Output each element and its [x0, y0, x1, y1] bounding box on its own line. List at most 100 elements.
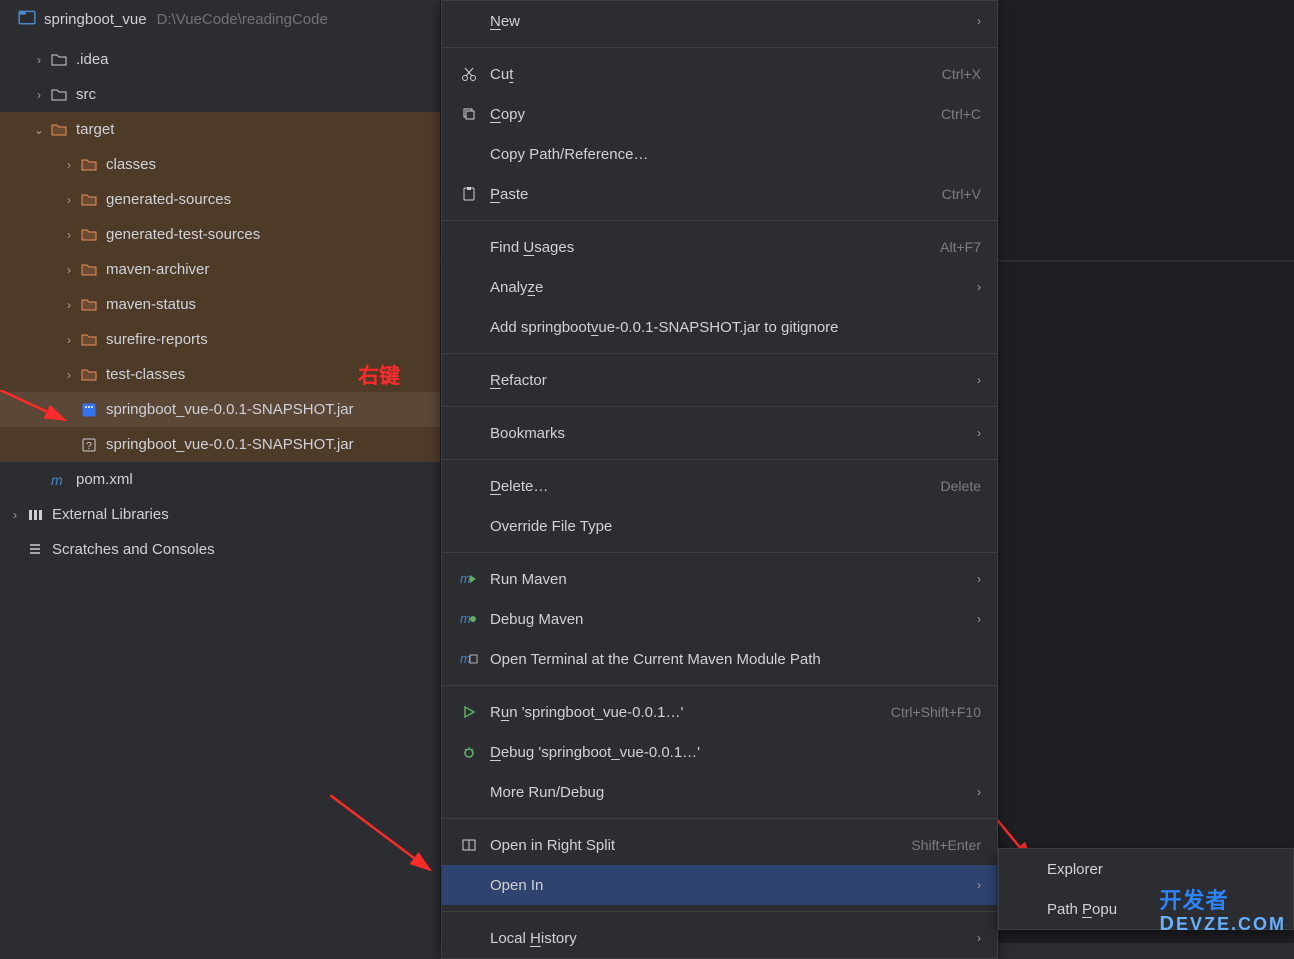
- chevron-right-icon: ›: [60, 263, 78, 277]
- maven-icon: m: [48, 472, 70, 488]
- tree-node-maven-status[interactable]: › maven-status: [0, 287, 440, 322]
- menu-open-right-split[interactable]: Open in Right SplitShift+Enter: [442, 825, 997, 865]
- menu-add-gitignore[interactable]: Add springbootvue-0.0.1-SNAPSHOT.jar to …: [442, 307, 997, 347]
- tree-node-external-libraries[interactable]: › External Libraries: [0, 497, 440, 532]
- menu-run[interactable]: Run 'springboot_vue-0.0.1…'Ctrl+Shift+F1…: [442, 692, 997, 732]
- folder-icon: [78, 158, 100, 172]
- maven-terminal-icon: m: [456, 651, 482, 667]
- svg-text:m: m: [51, 472, 63, 488]
- project-tool-window: springboot_vue D:\VueCode\readingCode › …: [0, 0, 440, 943]
- chevron-right-icon: ›: [60, 228, 78, 242]
- chevron-right-icon: ›: [30, 88, 48, 102]
- menu-paste[interactable]: PasteCtrl+V: [442, 174, 997, 214]
- menu-run-maven[interactable]: m Run Maven›: [442, 559, 997, 599]
- chevron-right-icon: ›: [60, 158, 78, 172]
- run-icon: [456, 704, 482, 720]
- tree-node-test-classes[interactable]: › test-classes: [0, 357, 440, 392]
- menu-find-usages[interactable]: Find UsagesAlt+F7: [442, 227, 997, 267]
- scratch-icon: [24, 542, 46, 558]
- tree-node-jar-selected[interactable]: › springboot_vue-0.0.1-SNAPSHOT.jar: [0, 392, 440, 427]
- menu-open-terminal[interactable]: m Open Terminal at the Current Maven Mod…: [442, 639, 997, 679]
- chevron-right-icon: ›: [977, 280, 981, 294]
- menu-separator: [442, 353, 997, 354]
- svg-text:m: m: [460, 611, 471, 626]
- chevron-right-icon: ›: [60, 333, 78, 347]
- chevron-right-icon: ›: [977, 426, 981, 440]
- menu-cut[interactable]: CutCtrl+X: [442, 54, 997, 94]
- maven-run-icon: m: [456, 571, 482, 587]
- tree-node-target[interactable]: ⌄ target: [0, 112, 440, 147]
- project-root-row[interactable]: springboot_vue D:\VueCode\readingCode: [0, 0, 440, 42]
- menu-copy-path[interactable]: Copy Path/Reference…: [442, 134, 997, 174]
- svg-text:m: m: [460, 571, 471, 586]
- project-path: D:\VueCode\readingCode: [157, 11, 328, 28]
- watermark: 开发者 DEVZE.COM: [1160, 883, 1287, 933]
- folder-icon: [78, 333, 100, 347]
- folder-icon: [78, 298, 100, 312]
- menu-separator: [442, 47, 997, 48]
- svg-text:?: ?: [86, 441, 92, 452]
- context-menu: New› CutCtrl+X CopyCtrl+C Copy Path/Refe…: [441, 0, 998, 959]
- menu-bookmarks[interactable]: Bookmarks›: [442, 413, 997, 453]
- menu-copy[interactable]: CopyCtrl+C: [442, 94, 997, 134]
- folder-icon: [48, 53, 70, 67]
- menu-debug-maven[interactable]: m Debug Maven›: [442, 599, 997, 639]
- menu-separator: [442, 911, 997, 912]
- paste-icon: [456, 186, 482, 202]
- tree-node-pom[interactable]: › m pom.xml: [0, 462, 440, 497]
- folder-icon: [78, 368, 100, 382]
- folder-icon: [48, 123, 70, 137]
- menu-separator: [442, 459, 997, 460]
- chevron-right-icon: ›: [977, 572, 981, 586]
- chevron-right-icon: ›: [6, 508, 24, 522]
- menu-delete[interactable]: Delete…Delete: [442, 466, 997, 506]
- chevron-right-icon: ›: [977, 785, 981, 799]
- chevron-right-icon: ›: [977, 878, 981, 892]
- tree-node-maven-archiver[interactable]: › maven-archiver: [0, 252, 440, 287]
- folder-icon: [78, 263, 100, 277]
- menu-separator: [442, 685, 997, 686]
- tree-node-idea[interactable]: › .idea: [0, 42, 440, 77]
- tree-node-scratches[interactable]: › Scratches and Consoles: [0, 532, 440, 567]
- folder-icon: [78, 193, 100, 207]
- tree-node-generated-test-sources[interactable]: › generated-test-sources: [0, 217, 440, 252]
- menu-analyze[interactable]: Analyze›: [442, 267, 997, 307]
- tree-node-jar-original[interactable]: › ? springboot_vue-0.0.1-SNAPSHOT.jar: [0, 427, 440, 462]
- folder-icon: [78, 228, 100, 242]
- split-icon: [456, 837, 482, 853]
- chevron-down-icon: ⌄: [30, 123, 48, 137]
- file-unknown-icon: ?: [78, 437, 100, 453]
- tree-node-generated-sources[interactable]: › generated-sources: [0, 182, 440, 217]
- chevron-right-icon: ›: [30, 53, 48, 67]
- menu-debug[interactable]: Debug 'springboot_vue-0.0.1…': [442, 732, 997, 772]
- maven-debug-icon: m: [456, 611, 482, 627]
- chevron-right-icon: ›: [977, 612, 981, 626]
- project-name: springboot_vue: [44, 11, 147, 28]
- tree-node-classes[interactable]: › classes: [0, 147, 440, 182]
- menu-open-in[interactable]: Open In›: [442, 865, 997, 905]
- menu-separator: [442, 818, 997, 819]
- project-icon: [18, 8, 36, 30]
- chevron-right-icon: ›: [60, 368, 78, 382]
- menu-separator: [442, 406, 997, 407]
- project-tree: › .idea › src ⌄ target › classes: [0, 42, 440, 567]
- tree-node-src[interactable]: › src: [0, 77, 440, 112]
- menu-separator: [442, 220, 997, 221]
- tree-node-surefire-reports[interactable]: › surefire-reports: [0, 322, 440, 357]
- menu-override-filetype[interactable]: Override File Type: [442, 506, 997, 546]
- menu-more-run-debug[interactable]: More Run/Debug›: [442, 772, 997, 812]
- chevron-right-icon: ›: [60, 298, 78, 312]
- copy-icon: [456, 106, 482, 122]
- menu-separator: [442, 552, 997, 553]
- chevron-right-icon: ›: [60, 193, 78, 207]
- menu-local-history[interactable]: Local History›: [442, 918, 997, 958]
- chevron-right-icon: ›: [977, 373, 981, 387]
- menu-new[interactable]: New›: [442, 1, 997, 41]
- folder-icon: [48, 88, 70, 102]
- svg-text:m: m: [460, 651, 471, 666]
- archive-icon: [78, 402, 100, 418]
- menu-refactor[interactable]: Refactor›: [442, 360, 997, 400]
- library-icon: [24, 507, 46, 523]
- cut-icon: [456, 66, 482, 82]
- chevron-right-icon: ›: [977, 14, 981, 28]
